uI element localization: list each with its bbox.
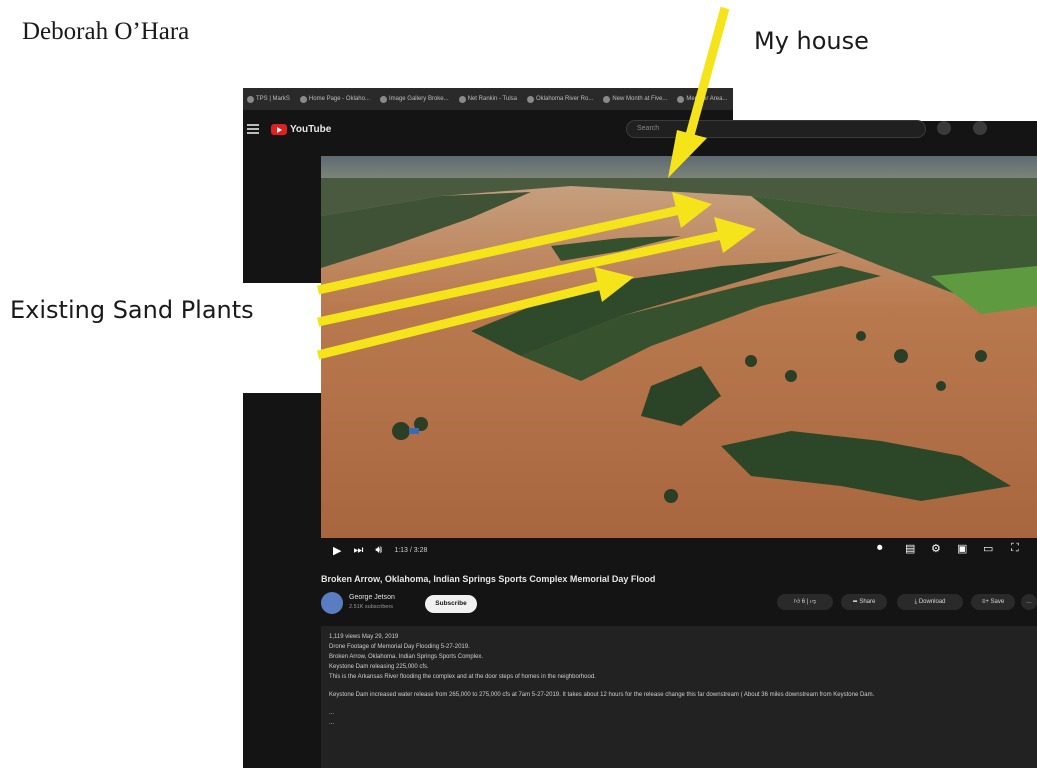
- bookmark-icon: [299, 95, 307, 103]
- youtube-play-icon: [271, 123, 287, 135]
- author-name: Deborah O’Hara: [22, 18, 190, 45]
- bookmark-icon: [603, 95, 611, 103]
- play-icon[interactable]: ▶: [333, 544, 341, 557]
- bookmark-item[interactable]: Net Rankin - Tulsa: [458, 95, 517, 103]
- miniplayer-icon[interactable]: ▣: [957, 542, 967, 555]
- sand-plants-label: Existing Sand Plants: [10, 296, 254, 324]
- bookmark-icon: [677, 95, 685, 103]
- save-button[interactable]: ≡+ Save: [971, 594, 1015, 610]
- settings-icon[interactable]: ⚙: [931, 542, 941, 555]
- search-input[interactable]: Search: [626, 120, 926, 138]
- bookmark-icon: [247, 95, 254, 103]
- subscribe-button[interactable]: Subscribe: [425, 595, 477, 613]
- bookmark-icon: [379, 95, 387, 103]
- volume-icon[interactable]: 🔊︎: [375, 544, 382, 557]
- description-line: 1,119 views May 29, 2019: [329, 634, 399, 640]
- channel-subscribers: 2.51K subscribers: [349, 604, 394, 610]
- video-title: Broken Arrow, Oklahoma, Indian Springs S…: [321, 574, 656, 584]
- video-description[interactable]: 1,119 views May 29, 2019 Drone Footage o…: [321, 626, 1037, 768]
- bookmark-item[interactable]: Member Area...: [677, 95, 727, 103]
- bookmark-item[interactable]: TPS | MarkS: [247, 95, 290, 103]
- mic-icon[interactable]: [937, 121, 951, 135]
- channel-name[interactable]: George Jetson: [349, 594, 395, 601]
- time-display: 1:13 / 3:28: [394, 546, 428, 554]
- bookmark-item[interactable]: Home Page - Oklaho...: [299, 95, 370, 103]
- menu-icon[interactable]: [247, 124, 259, 134]
- description-line: Keystone Dam releasing 225,000 cfs.: [329, 664, 429, 670]
- paper-margin: [243, 283, 321, 393]
- bookmarks-bar: TPS | MarkS Home Page - Oklaho... Image …: [243, 88, 733, 110]
- subtitles-icon[interactable]: ▤: [905, 542, 915, 555]
- next-icon[interactable]: ⏭: [353, 544, 363, 557]
- bookmark-item[interactable]: New Month at Five...: [603, 95, 667, 103]
- thumbs-up-icon: 👍︎: [793, 599, 802, 605]
- theater-icon[interactable]: ▭: [983, 542, 993, 555]
- youtube-header: YouTube Search: [243, 114, 1037, 144]
- player-controls: ▶ ⏭ 🔊︎ 1:13 / 3:28 ⏺ ▤ ⚙ ▣ ▭ ⛶: [321, 538, 1037, 562]
- bookmark-item[interactable]: Oklahoma River Ro...: [527, 95, 593, 103]
- autoplay-toggle[interactable]: ⏺: [877, 542, 883, 555]
- description-line: Keystone Dam increased water release fro…: [329, 692, 875, 698]
- more-icon[interactable]: …: [1021, 594, 1037, 610]
- fullscreen-icon[interactable]: ⛶: [1011, 542, 1019, 555]
- youtube-screenshot: TPS | MarkS Home Page - Oklaho... Image …: [243, 88, 1037, 768]
- my-house-label: My house: [754, 27, 869, 55]
- video-player[interactable]: [321, 156, 1037, 538]
- description-line: ...: [329, 720, 335, 726]
- bookmark-icon: [458, 95, 466, 103]
- avatar[interactable]: [973, 121, 987, 135]
- channel-avatar[interactable]: [321, 592, 343, 614]
- bookmark-icon: [527, 95, 534, 103]
- thumbs-down-icon: 👎︎: [810, 599, 817, 605]
- like-button[interactable]: 👍︎ 6 | 👎︎: [777, 594, 833, 610]
- description-line: Drone Footage of Memorial Day Flooding 5…: [329, 644, 470, 650]
- description-line: Broken Arrow, Oklahoma. Indian Springs S…: [329, 654, 484, 660]
- youtube-logo[interactable]: YouTube: [271, 123, 331, 135]
- download-button[interactable]: ⤓ Download: [897, 594, 963, 610]
- description-line: This is the Arkansas River flooding the …: [329, 674, 596, 680]
- flood-drone-image: [321, 156, 1037, 538]
- description-line: ...: [329, 710, 335, 716]
- share-button[interactable]: ➦ Share: [841, 594, 887, 610]
- bookmark-item[interactable]: Image Gallery Broke...: [379, 95, 449, 103]
